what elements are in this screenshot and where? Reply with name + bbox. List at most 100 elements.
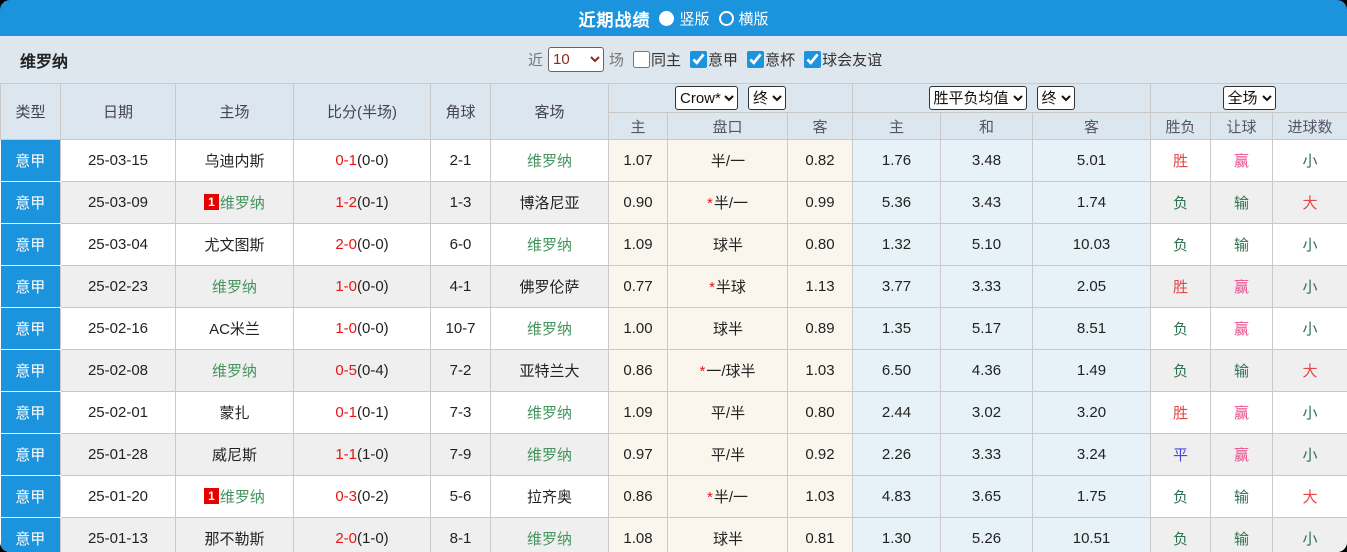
away-team-cell[interactable]: 维罗纳 (490, 391, 609, 434)
date-cell: 25-03-09 (60, 181, 176, 224)
goals-cell: 小 (1272, 433, 1347, 476)
table-row[interactable]: 意甲 25-02-08 维罗纳 0-5(0-4) 7-2 亚特兰大 0.86 *… (0, 349, 1347, 392)
away-team-cell[interactable]: 佛罗伦萨 (490, 265, 609, 308)
layout-radio-vertical[interactable]: 竖版 (659, 8, 710, 29)
away-team-cell[interactable]: 亚特兰大 (490, 349, 609, 392)
table-row[interactable]: 意甲 25-01-13 那不勒斯 2-0(1-0) 8-1 维罗纳 1.08 球… (0, 517, 1347, 552)
league-cell: 意甲 (0, 349, 61, 392)
result-cell: 平 (1150, 433, 1212, 476)
table-row[interactable]: 意甲 25-02-16 AC米兰 1-0(0-0) 10-7 维罗纳 1.00 … (0, 307, 1347, 350)
radio-unselected-icon (718, 10, 734, 26)
home-team-cell[interactable]: 乌迪内斯 (175, 139, 294, 182)
home-team-cell[interactable]: 维罗纳 (175, 265, 294, 308)
away-team-cell[interactable]: 维罗纳 (490, 433, 609, 476)
home-team-cell[interactable]: 那不勒斯 (175, 517, 294, 552)
mean-lose-cell: 3.24 (1032, 433, 1152, 476)
mean-win-cell: 1.32 (852, 223, 942, 266)
home-team-cell[interactable]: 维罗纳 (175, 349, 294, 392)
away-team-cell[interactable]: 维罗纳 (490, 517, 609, 552)
home-team-cell[interactable]: 1 维罗纳 (175, 181, 294, 224)
handicap-result-cell: 赢 (1210, 307, 1274, 350)
home-team-cell[interactable]: 尤文图斯 (175, 223, 294, 266)
halftime-score: (0-0) (357, 320, 389, 337)
mean-win-cell: 4.83 (852, 475, 942, 518)
coppa-italia-filter[interactable]: 意杯 (743, 49, 795, 70)
away-team-cell[interactable]: 拉齐奥 (490, 475, 609, 518)
layout-radio-vertical-label: 竖版 (679, 10, 710, 28)
home-team-cell[interactable]: 威尼斯 (175, 433, 294, 476)
table-row[interactable]: 意甲 25-03-15 乌迪内斯 0-1(0-0) 2-1 维罗纳 1.07 半… (0, 139, 1347, 182)
club-friendly-checkbox[interactable] (804, 51, 822, 68)
odds-home-cell: 1.00 (608, 307, 668, 350)
corner-cell: 6-0 (430, 223, 491, 266)
scope-select-cell: 全场 (1150, 83, 1347, 113)
club-friendly-filter[interactable]: 球会友谊 (800, 49, 882, 70)
handicap-result-cell: 输 (1210, 475, 1274, 518)
mean-draw-cell: 3.48 (940, 139, 1034, 182)
away-team-cell[interactable]: 博洛尼亚 (490, 181, 609, 224)
rank-badge: 1 (204, 488, 219, 504)
odds-time-select[interactable]: 终 (748, 86, 786, 110)
date-cell: 25-02-01 (60, 391, 176, 434)
fulltime-score: 0-3 (335, 488, 357, 505)
handicap-result-cell: 赢 (1210, 391, 1274, 434)
corner-cell: 8-1 (430, 517, 491, 552)
home-team-cell[interactable]: 1 维罗纳 (175, 475, 294, 518)
fulltime-score: 1-0 (335, 278, 357, 295)
table-row[interactable]: 意甲 25-02-23 维罗纳 1-0(0-0) 4-1 佛罗伦萨 0.77 *… (0, 265, 1347, 308)
odds-home-cell: 0.97 (608, 433, 668, 476)
away-team-cell[interactable]: 维罗纳 (490, 307, 609, 350)
serie-a-checkbox[interactable] (690, 51, 708, 68)
date-cell: 25-02-08 (60, 349, 176, 392)
handicap-star: * (706, 195, 713, 212)
odds-home-cell: 0.86 (608, 349, 668, 392)
home-team-cell[interactable]: AC米兰 (175, 307, 294, 350)
odds-away-cell: 0.80 (786, 391, 854, 434)
table-row[interactable]: 意甲 25-03-04 尤文图斯 2-0(0-0) 6-0 维罗纳 1.09 球… (0, 223, 1347, 266)
serie-a-filter[interactable]: 意甲 (686, 49, 738, 70)
halftime-score: (0-0) (357, 278, 389, 295)
goals-cell: 小 (1272, 307, 1347, 350)
away-team-cell[interactable]: 维罗纳 (490, 139, 609, 182)
corner-cell: 10-7 (430, 307, 491, 350)
layout-radio-horizontal[interactable]: 横版 (718, 8, 769, 29)
same-home-checkbox[interactable] (633, 51, 651, 68)
handicap-result-cell: 赢 (1210, 265, 1274, 308)
handicap-cell: *半球 (667, 265, 788, 308)
score-cell: 0-1(0-1) (293, 391, 431, 434)
away-team-cell[interactable]: 维罗纳 (490, 223, 609, 266)
result-cell: 负 (1150, 307, 1212, 350)
halftime-score: (0-1) (357, 404, 389, 421)
same-home-filter[interactable]: 同主 (629, 49, 681, 70)
away-team-name: 博洛尼亚 (519, 195, 580, 212)
odds-away-cell: 0.89 (786, 307, 854, 350)
mean-type-select[interactable]: 胜平负均值 (928, 86, 1027, 110)
table-row[interactable]: 意甲 25-01-28 威尼斯 1-1(1-0) 7-9 维罗纳 0.97 平/… (0, 433, 1347, 476)
scope-select[interactable]: 全场 (1222, 86, 1276, 110)
score-cell: 1-2(0-1) (293, 181, 431, 224)
halftime-score: (0-1) (357, 194, 389, 211)
mean-time-select[interactable]: 终 (1036, 86, 1075, 110)
table-row[interactable]: 意甲 25-03-09 1 维罗纳 1-2(0-1) 1-3 博洛尼亚 0.90 … (0, 181, 1347, 224)
halftime-score: (0-0) (357, 236, 389, 253)
date-cell: 25-02-23 (60, 265, 176, 308)
table-row[interactable]: 意甲 25-02-01 蒙扎 0-1(0-1) 7-3 维罗纳 1.09 平/半… (0, 391, 1347, 434)
header-home: 主场 (175, 83, 294, 140)
corner-cell: 5-6 (430, 475, 491, 518)
home-team-name: 威尼斯 (211, 447, 257, 464)
home-team-name: 那不勒斯 (204, 531, 265, 548)
handicap-text: 半球 (715, 279, 746, 296)
subheader-mean-win: 主 (852, 112, 942, 140)
odds-home-cell: 0.90 (608, 181, 668, 224)
mean-lose-cell: 10.03 (1032, 223, 1152, 266)
league-cell: 意甲 (0, 265, 61, 308)
fulltime-score: 0-5 (335, 362, 357, 379)
recent-count-select[interactable]: 10 (548, 47, 605, 72)
home-team-cell[interactable]: 蒙扎 (175, 391, 294, 434)
coppa-italia-checkbox[interactable] (747, 51, 765, 68)
goals-cell: 小 (1272, 265, 1347, 308)
mean-win-cell: 1.76 (852, 139, 942, 182)
date-cell: 25-01-13 (60, 517, 176, 552)
table-row[interactable]: 意甲 25-01-20 1 维罗纳 0-3(0-2) 5-6 拉齐奥 0.86 *… (0, 475, 1347, 518)
odds-company-select[interactable]: Crow* (675, 86, 738, 110)
